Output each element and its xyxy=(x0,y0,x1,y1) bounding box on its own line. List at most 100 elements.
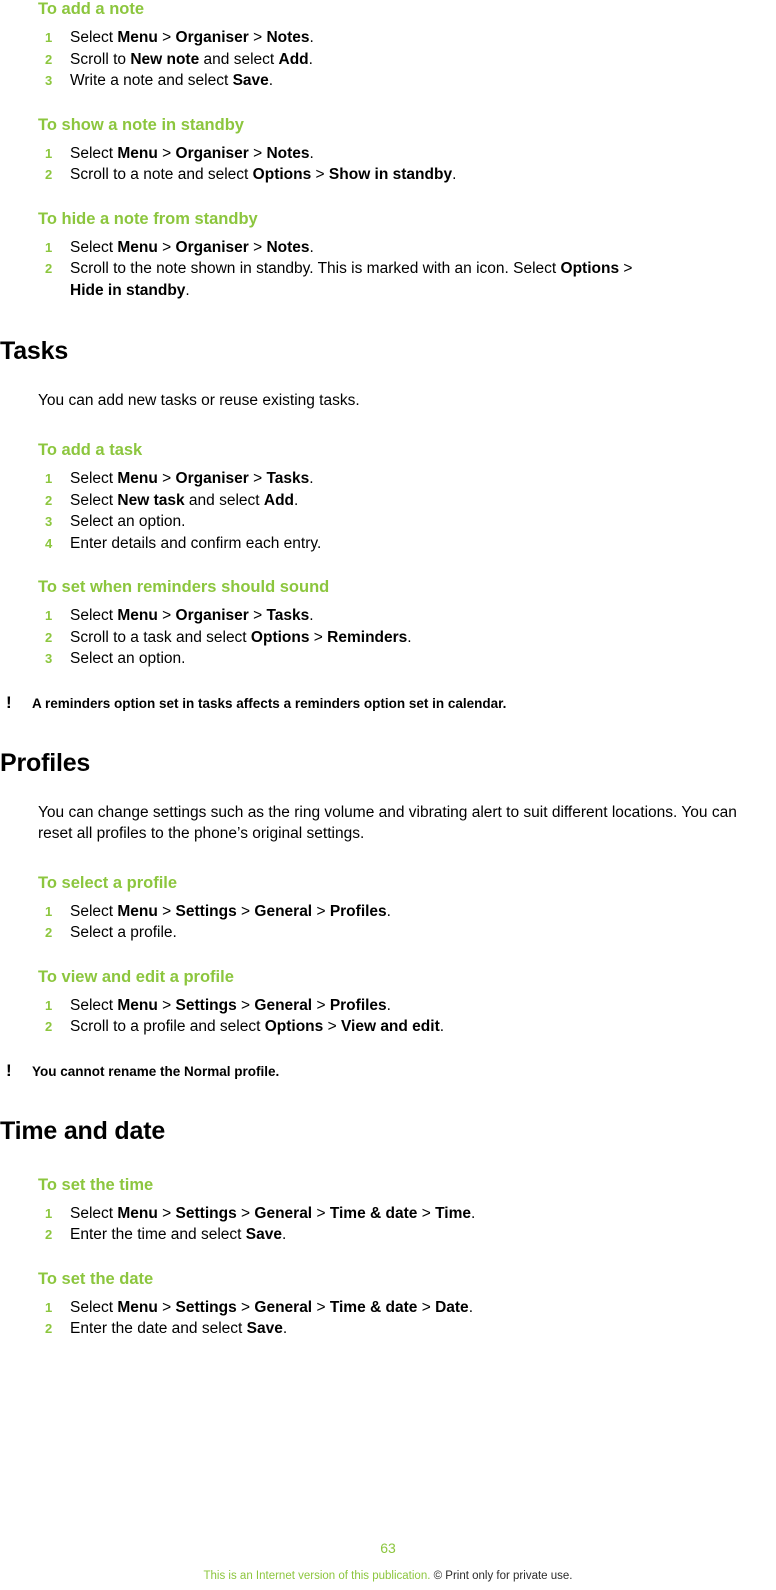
step-text: Select Menu > Organiser > Notes. xyxy=(70,238,314,256)
note-text: You cannot rename the Normal profile. xyxy=(32,1063,280,1079)
procedure-title: To add a note xyxy=(38,0,145,18)
step-number: 2 xyxy=(45,1321,53,1336)
step-number: 2 xyxy=(45,1019,53,1034)
step-number: 2 xyxy=(45,492,53,508)
list-item: 2 Scroll to a profile and select Options … xyxy=(38,1016,766,1038)
step-text: Enter details and confirm each entry. xyxy=(70,534,322,552)
section-tasks: You can add new tasks or reuse existing … xyxy=(38,390,766,670)
list-item: 2 Select New task and select Add. xyxy=(38,490,766,512)
step-text: Select Menu > Settings > General > Time … xyxy=(70,1298,473,1316)
procedure-steps: 1 Select Menu > Settings > General > Prof… xyxy=(38,995,766,1038)
step-number: 1 xyxy=(45,145,53,161)
list-item: 1 Select Menu > Organiser > Notes. xyxy=(38,143,766,165)
procedure-steps: 1 Select Menu > Organiser > Notes. 2 Scrol… xyxy=(38,237,766,302)
list-item: 1 Select Menu > Organiser > Notes. xyxy=(38,27,766,49)
step-number: 1 xyxy=(45,1299,53,1315)
step-number: 1 xyxy=(45,997,53,1013)
step-text: Enter the date and select Save. xyxy=(70,1320,288,1337)
step-text: Enter the time and select Save. xyxy=(70,1226,287,1243)
step-text: Select Menu > Settings > General > Time … xyxy=(70,1204,476,1222)
step-text: Select New task and select Add. xyxy=(70,491,299,509)
step-number: 2 xyxy=(45,925,53,940)
note-block: ! A reminders option set in tasks affect… xyxy=(0,694,766,713)
procedure-steps: 1 Select Menu > Settings > General > Time… xyxy=(38,1203,766,1246)
step-number: 1 xyxy=(45,239,53,255)
step-text: Write a note and select Save. xyxy=(70,72,274,89)
step-number: 2 xyxy=(45,629,53,645)
procedure-title: To set when reminders should sound xyxy=(38,578,330,596)
procedure-title: To view and edit a profile xyxy=(38,967,234,986)
procedure-title: To set the time xyxy=(38,1175,154,1194)
step-text: Select Menu > Settings > General > Profi… xyxy=(70,996,391,1014)
step-number: 1 xyxy=(45,903,53,919)
step-text: Scroll to a profile and select Options >… xyxy=(70,1018,445,1035)
footer-disclaimer-part2: © Print only for private use. xyxy=(433,1570,573,1582)
step-number: 4 xyxy=(45,535,53,551)
step-text: Scroll to a task and select Options > Re… xyxy=(70,628,412,646)
list-item: 2 Scroll to New note and select Add. xyxy=(38,49,766,71)
section-intro: You can add new tasks or reuse existing … xyxy=(38,392,360,409)
list-item: 1 Select Menu > Settings > General > Prof… xyxy=(38,995,766,1017)
procedure-steps: 1 Select Menu > Organiser > Tasks. 2 Selec… xyxy=(38,468,766,554)
step-text: Select Menu > Organiser > Notes. xyxy=(70,144,314,162)
step-number: 2 xyxy=(45,1227,53,1242)
section-intro: You can change settings such as the ring… xyxy=(38,803,737,842)
procedure-steps: 1 Select Menu > Organiser > Tasks. 2 Scrol… xyxy=(38,605,766,670)
step-text: Select Menu > Organiser > Notes. xyxy=(70,29,314,46)
page-title-time-and-date: Time and date xyxy=(0,1116,166,1145)
note-block: ! You cannot rename the Normal profile. xyxy=(0,1062,766,1081)
list-item: 1 Select Menu > Organiser > Notes. xyxy=(38,237,766,259)
step-number: 1 xyxy=(45,471,53,486)
page-title-tasks: Tasks xyxy=(0,337,69,365)
list-item: 1 Select Menu > Organiser > Tasks. xyxy=(38,468,766,490)
step-text: Select Menu > Settings > General > Profi… xyxy=(70,902,391,920)
section-profiles: You can change settings such as the ring… xyxy=(38,802,766,1038)
step-number: 2 xyxy=(45,51,53,67)
step-text: Scroll to a note and select Options > Sh… xyxy=(70,166,457,183)
list-item: 2 Scroll to a note and select Options > S… xyxy=(38,164,766,186)
list-item: 2 Enter the date and select Save. xyxy=(38,1318,766,1340)
exclamation-icon: ! xyxy=(6,1060,12,1080)
step-text: Scroll to the note shown in standby. Thi… xyxy=(70,260,633,299)
step-number: 1 xyxy=(45,1205,53,1221)
step-text: Select Menu > Organiser > Tasks. xyxy=(70,607,314,624)
document-page: To add a note 1 Select Menu > Organiser >… xyxy=(0,0,776,1590)
section-notes-procedures: To add a note 1 Select Menu > Organiser >… xyxy=(38,0,766,301)
list-item: 1 Select Menu > Settings > General > Time… xyxy=(38,1297,766,1319)
step-number: 2 xyxy=(45,261,53,276)
page-number: 63 xyxy=(380,1540,396,1556)
procedure-title: To set the date xyxy=(38,1269,154,1288)
footer-disclaimer-part1: This is an Internet version of this publ… xyxy=(203,1570,434,1582)
exclamation-icon: ! xyxy=(6,692,12,712)
step-number: 1 xyxy=(45,608,53,623)
procedure-title: To add a task xyxy=(38,441,143,459)
step-number: 2 xyxy=(45,167,53,182)
page-footer: 63 This is an Internet version of this p… xyxy=(0,1540,776,1590)
list-item: 4 Enter details and confirm each entry. xyxy=(38,533,766,555)
procedure-steps: 1 Select Menu > Organiser > Notes. 2 Scrol… xyxy=(38,27,766,92)
step-text: Select an option. xyxy=(70,513,186,530)
list-item: 1 Select Menu > Settings > General > Prof… xyxy=(38,901,766,923)
procedure-title: To select a profile xyxy=(38,873,178,892)
section-time-and-date: To set the time 1 Select Menu > Settings … xyxy=(38,1176,766,1340)
list-item: 3 Select an option. xyxy=(38,648,766,670)
step-text: Select Menu > Organiser > Tasks. xyxy=(70,470,314,487)
list-item: 2 Select a profile. xyxy=(38,922,766,944)
list-item: 3 Write a note and select Save. xyxy=(38,70,766,92)
procedure-title: To hide a note from standby xyxy=(38,209,258,228)
step-number: 3 xyxy=(45,514,53,529)
procedure-steps: 1 Select Menu > Settings > General > Time… xyxy=(38,1297,766,1340)
page-title-profiles: Profiles xyxy=(0,748,91,777)
procedure-title: To show a note in standby xyxy=(38,115,244,134)
procedure-steps: 1 Select Menu > Organiser > Notes. 2 Scrol… xyxy=(38,143,766,186)
step-number: 3 xyxy=(45,651,53,666)
step-number: 3 xyxy=(45,73,53,88)
step-text: Select an option. xyxy=(70,650,186,667)
list-item: 2 Enter the time and select Save. xyxy=(38,1224,766,1246)
list-item: 2 Scroll to a task and select Options > R… xyxy=(38,627,766,649)
footer-disclaimer: This is an Internet version of this publ… xyxy=(0,1570,776,1590)
step-number: 1 xyxy=(45,30,53,45)
list-item: 3 Select an option. xyxy=(38,511,766,533)
note-text: A reminders option set in tasks affects … xyxy=(32,695,507,711)
step-text: Select a profile. xyxy=(70,924,177,941)
